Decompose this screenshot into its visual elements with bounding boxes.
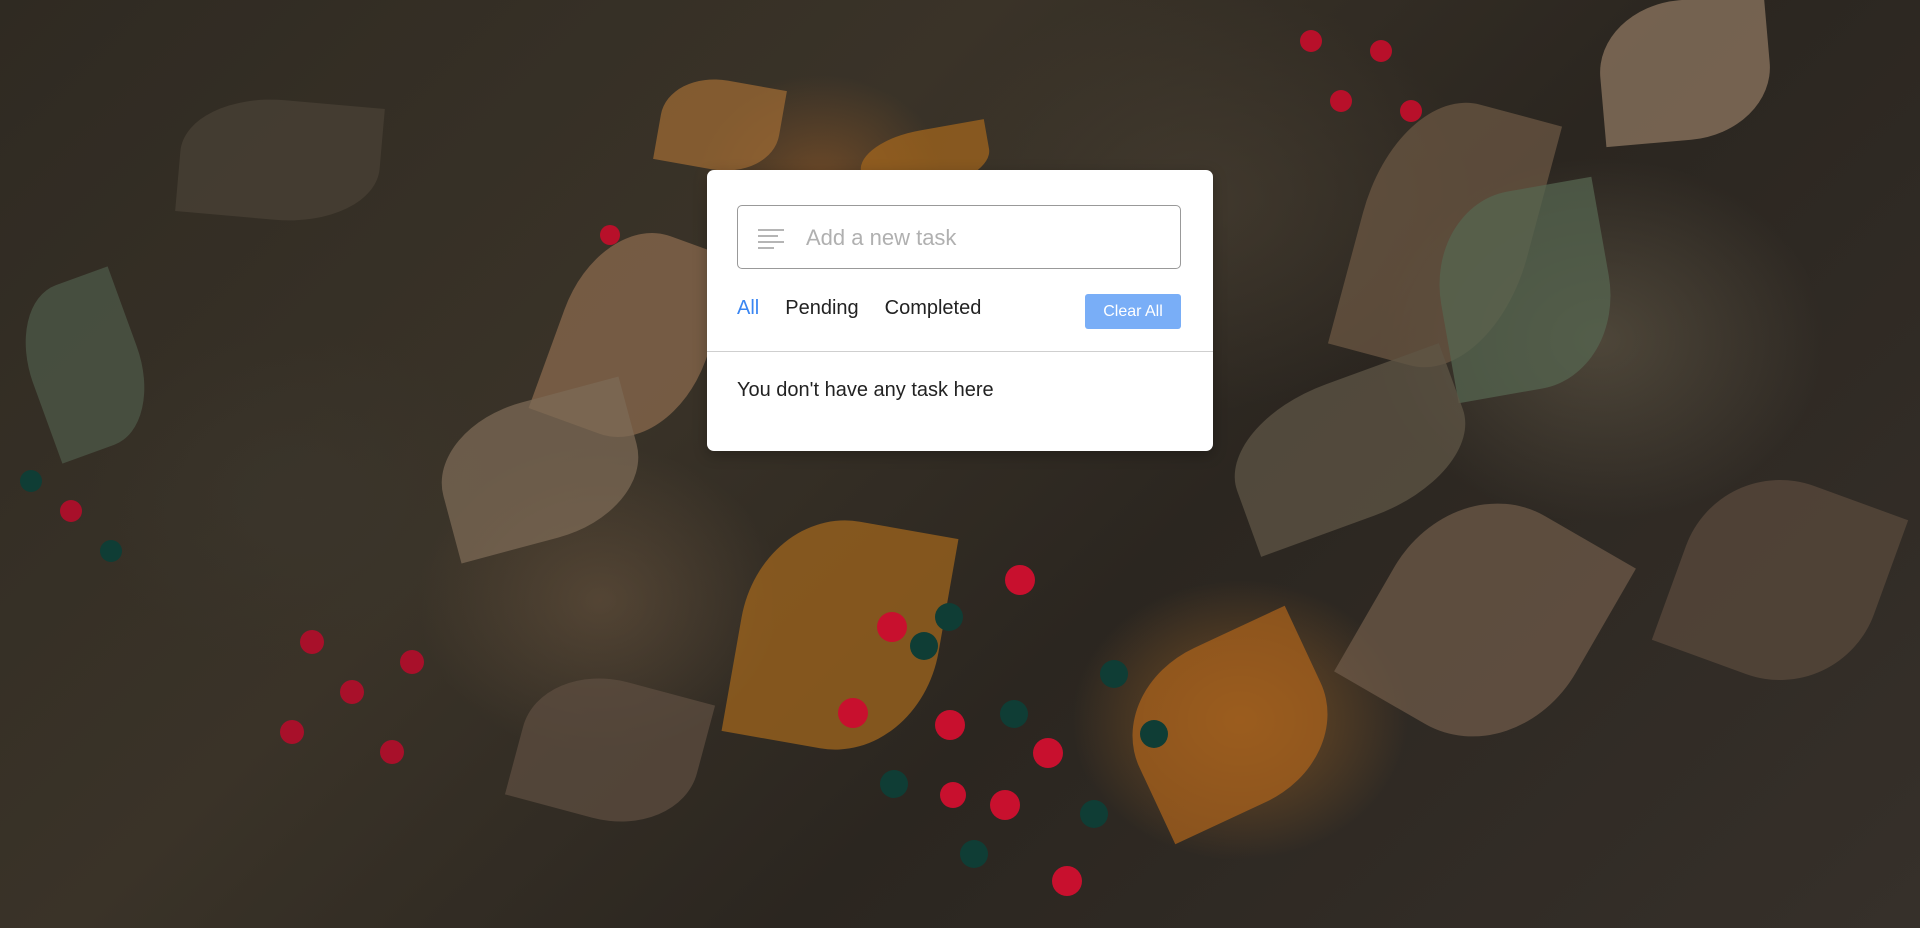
task-input-wrapper[interactable]	[737, 205, 1181, 270]
leaf-shape	[1651, 451, 1909, 709]
berry-green	[1080, 800, 1108, 828]
leaf-shape	[653, 70, 787, 180]
filter-completed[interactable]: Completed	[885, 297, 982, 320]
berry-red	[340, 680, 364, 704]
clear-all-button[interactable]: Clear All	[1085, 294, 1181, 329]
todo-card: All Pending Completed Clear All You don'…	[707, 170, 1213, 451]
berry-red	[1052, 866, 1082, 896]
berry-red	[280, 720, 304, 744]
berry-green	[1140, 720, 1168, 748]
berry-green	[1100, 660, 1128, 688]
berry-red	[1300, 30, 1322, 52]
berry-red	[1033, 738, 1063, 768]
berry-red	[877, 612, 907, 642]
berry-green	[100, 540, 122, 562]
berry-red	[940, 782, 966, 808]
align-left-icon	[758, 229, 784, 249]
berry-red	[935, 710, 965, 740]
berry-red	[1330, 90, 1352, 112]
leaf-shape	[504, 659, 716, 841]
leaf-shape	[1103, 605, 1357, 845]
leaf-shape	[425, 376, 655, 564]
berry-green	[880, 770, 908, 798]
leaf-shape	[4, 266, 166, 464]
berry-green	[935, 603, 963, 631]
leaf-shape	[175, 91, 385, 229]
empty-task-message: You don't have any task here	[737, 379, 994, 401]
berry-red	[1400, 100, 1422, 122]
berry-red	[1370, 40, 1392, 62]
berry-green	[1000, 700, 1028, 728]
berry-green	[20, 470, 42, 492]
background-photo	[0, 0, 1920, 928]
divider	[707, 351, 1213, 352]
berry-red	[1005, 565, 1035, 595]
berry-red	[380, 740, 404, 764]
berry-green	[910, 632, 938, 660]
berry-green	[960, 840, 988, 868]
berry-red	[300, 630, 324, 654]
filter-all[interactable]: All	[737, 297, 759, 320]
filter-pending[interactable]: Pending	[785, 297, 858, 320]
berry-red	[400, 650, 424, 674]
leaf-shape	[1594, 0, 1776, 148]
filter-tabs: All Pending Completed	[737, 297, 981, 320]
berry-red	[838, 698, 868, 728]
berry-red	[60, 500, 82, 522]
task-input[interactable]	[804, 206, 1168, 270]
berry-red	[990, 790, 1020, 820]
berry-red	[600, 225, 620, 245]
